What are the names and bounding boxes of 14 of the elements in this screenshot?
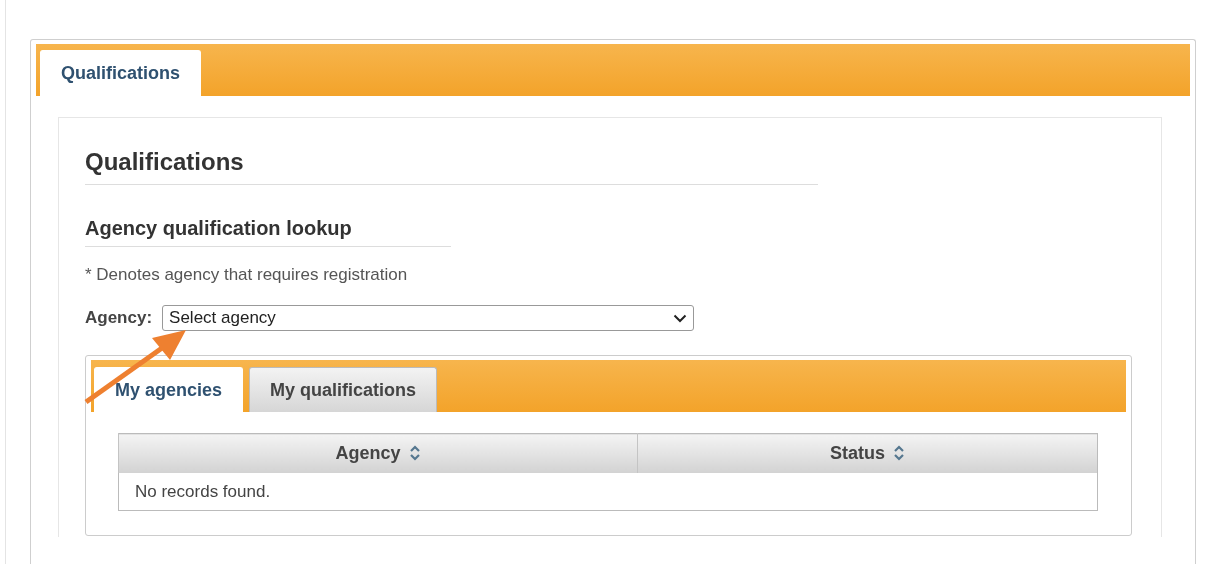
page-tab[interactable]: Qualifications	[40, 50, 202, 96]
registration-note: * Denotes agency that requires registration	[85, 265, 409, 285]
column-header[interactable]: Agency	[118, 433, 638, 473]
column-header[interactable]: Status	[637, 433, 1098, 473]
tab[interactable]: My agencies	[94, 367, 244, 412]
page-title: Qualifications	[85, 148, 818, 185]
section-title: Agency qualification lookup	[85, 217, 451, 247]
agency-label: Agency:	[85, 308, 153, 328]
tab[interactable]: My qualifications	[249, 367, 438, 412]
empty-message: No records found.	[118, 473, 1098, 511]
sort-icon	[893, 445, 905, 461]
chevron-down-icon	[673, 313, 688, 323]
sort-icon	[408, 445, 421, 461]
agency-select[interactable]: Select agency	[162, 305, 695, 331]
